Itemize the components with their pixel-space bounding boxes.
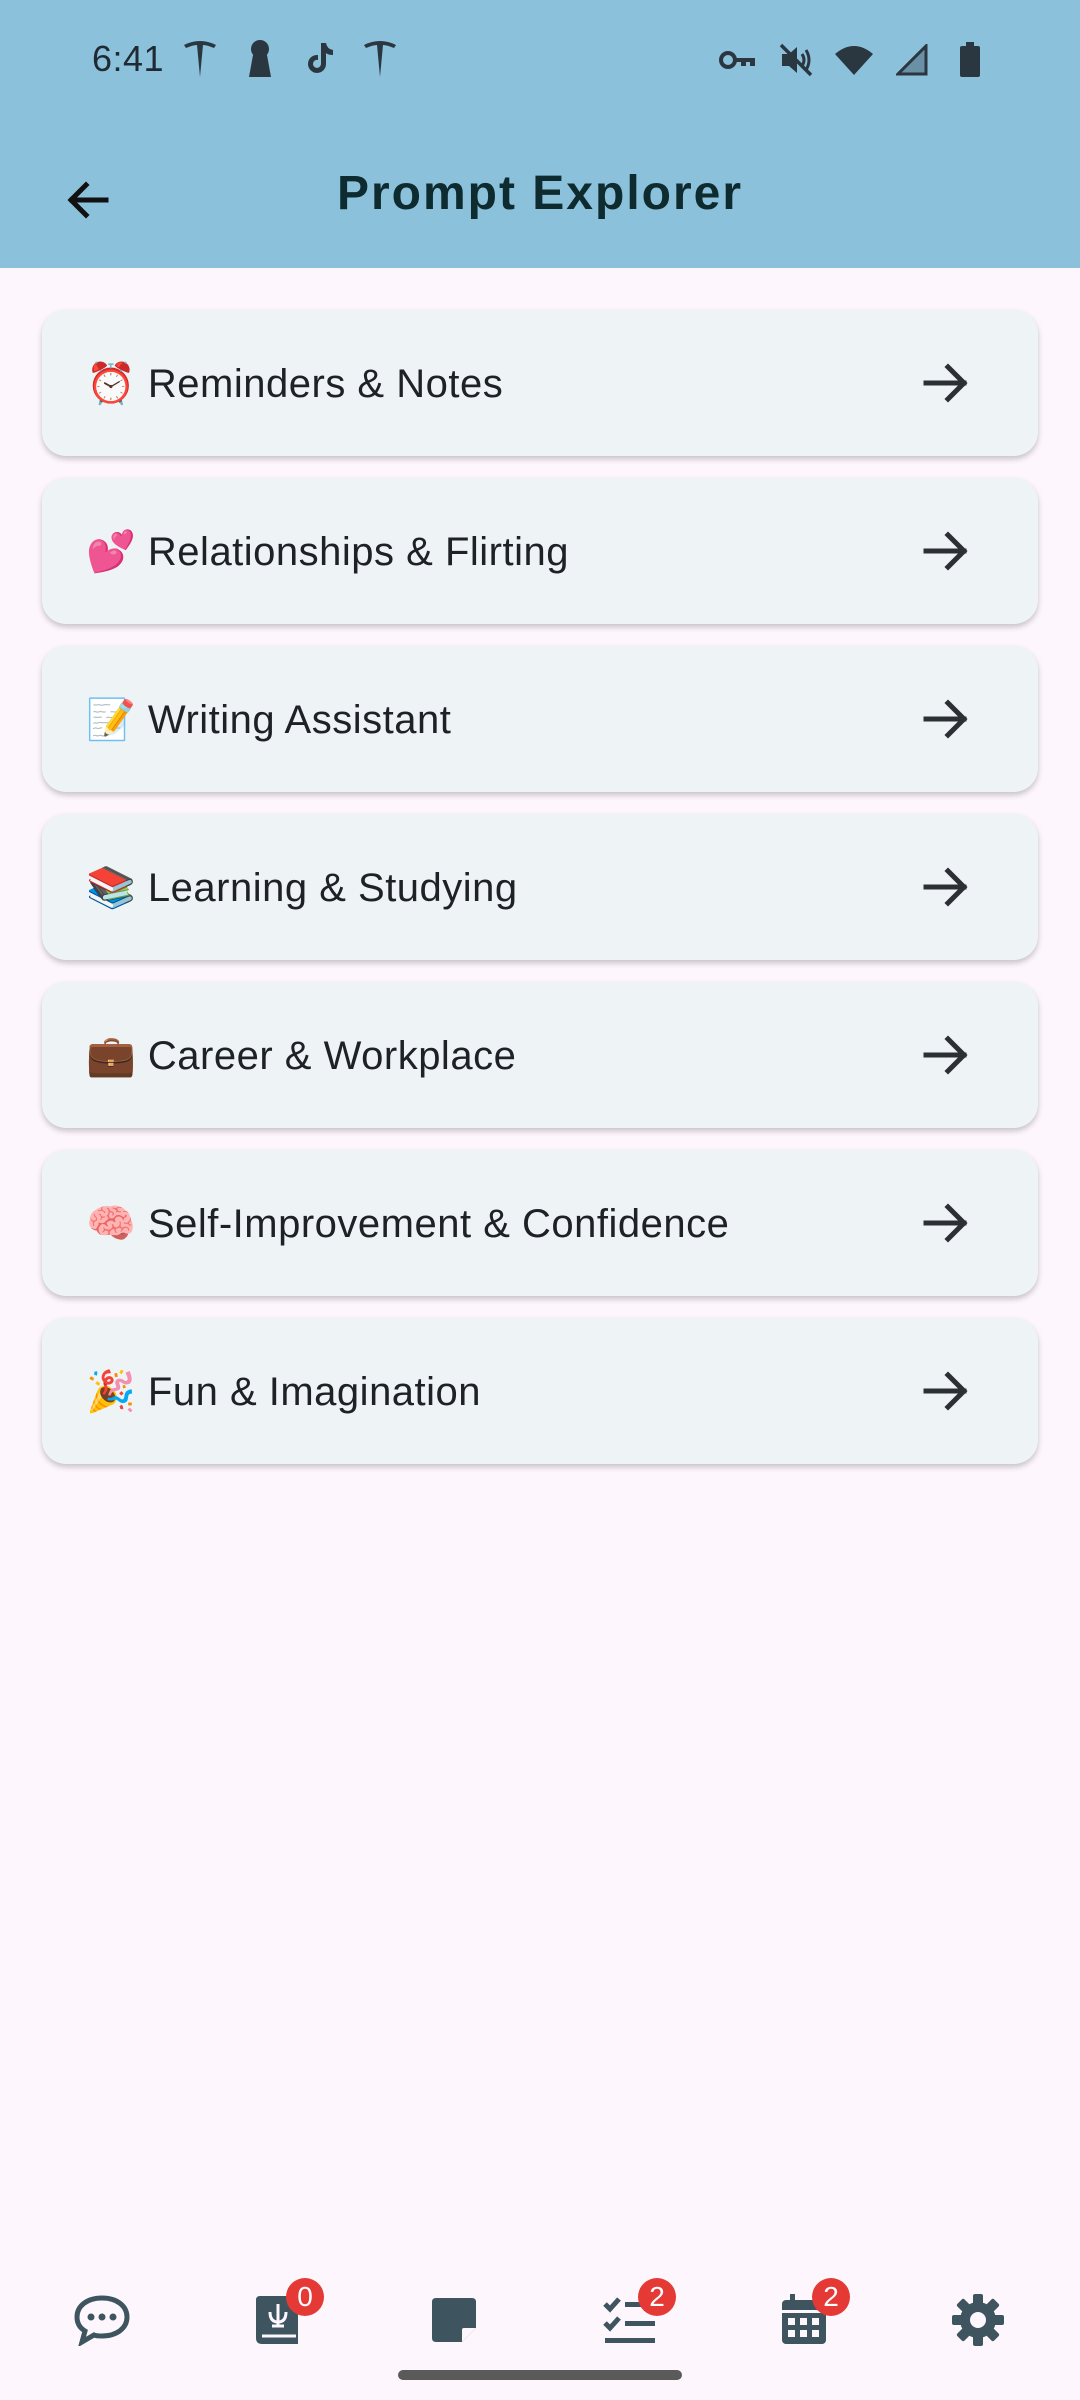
- arrow-forward-icon: [918, 523, 974, 579]
- tasks-badge: 2: [638, 2278, 676, 2316]
- nav-settings-button[interactable]: [928, 2270, 1028, 2370]
- status-bar: 6:41: [0, 0, 1080, 120]
- settings-icon: [952, 2294, 1004, 2346]
- arrow-forward-icon: [918, 355, 974, 411]
- category-card-learning-studying[interactable]: 📚 Learning & Studying: [42, 814, 1038, 960]
- mute-icon: [776, 40, 816, 80]
- status-notification-icons: [180, 38, 400, 78]
- category-label: 🎉 Fun & Imagination: [86, 1369, 482, 1414]
- nav-chat-button[interactable]: [52, 2270, 152, 2370]
- arrow-forward-icon: [918, 1363, 974, 1419]
- signal-icon: [892, 40, 932, 80]
- category-card-writing-assistant[interactable]: 📝 Writing Assistant: [42, 646, 1038, 792]
- arrow-forward-icon: [918, 1027, 974, 1083]
- app-bar: Prompt Explorer: [0, 120, 1080, 268]
- category-card-career-workplace[interactable]: 💼 Career & Workplace: [42, 982, 1038, 1128]
- calendar-badge: 2: [812, 2278, 850, 2316]
- arrow-forward-icon: [918, 1195, 974, 1251]
- category-card-self-improvement-confidence[interactable]: 🧠 Self-Improvement & Confidence: [42, 1150, 1038, 1296]
- category-label: 📝 Writing Assistant: [86, 697, 452, 742]
- top-app-bar: 6:41 Prompt Explorer: [0, 0, 1080, 268]
- category-list: ⏰ Reminders & Notes 💕 Relationships & Fl…: [42, 310, 1038, 1486]
- status-system-icons: [718, 40, 990, 80]
- status-time: 6:41: [92, 38, 165, 79]
- nav-journal-button[interactable]: 0: [228, 2270, 328, 2370]
- journal-badge: 0: [286, 2278, 324, 2316]
- page-title: Prompt Explorer: [336, 167, 744, 220]
- arrow-forward-icon: [918, 691, 974, 747]
- category-label: 💼 Career & Workplace: [86, 1033, 517, 1078]
- note-icon: [432, 2298, 476, 2342]
- category-label: 📚 Learning & Studying: [86, 865, 518, 910]
- category-card-reminders-notes[interactable]: ⏰ Reminders & Notes: [42, 310, 1038, 456]
- vpn-key-icon: [718, 40, 758, 80]
- arrow-forward-icon: [918, 859, 974, 915]
- battery-icon: [950, 40, 990, 80]
- chat-icon: [74, 2295, 130, 2346]
- bottom-navigation: 0 2 2: [0, 2250, 1080, 2400]
- nav-calendar-button[interactable]: 2: [754, 2270, 854, 2370]
- category-card-relationships-flirting[interactable]: 💕 Relationships & Flirting: [42, 478, 1038, 624]
- category-label: 💕 Relationships & Flirting: [86, 529, 569, 574]
- wifi-icon: [834, 40, 874, 80]
- keyhole-icon: [240, 38, 280, 78]
- home-indicator[interactable]: [398, 2370, 682, 2380]
- tesla-icon: [360, 38, 400, 78]
- nav-tasks-button[interactable]: 2: [580, 2270, 680, 2370]
- nav-notes-button[interactable]: [404, 2270, 504, 2370]
- tiktok-icon: [300, 38, 340, 78]
- category-label: 🧠 Self-Improvement & Confidence: [86, 1201, 730, 1246]
- category-label: ⏰ Reminders & Notes: [86, 361, 504, 406]
- category-card-fun-imagination[interactable]: 🎉 Fun & Imagination: [42, 1318, 1038, 1464]
- tesla-icon: [180, 38, 220, 78]
